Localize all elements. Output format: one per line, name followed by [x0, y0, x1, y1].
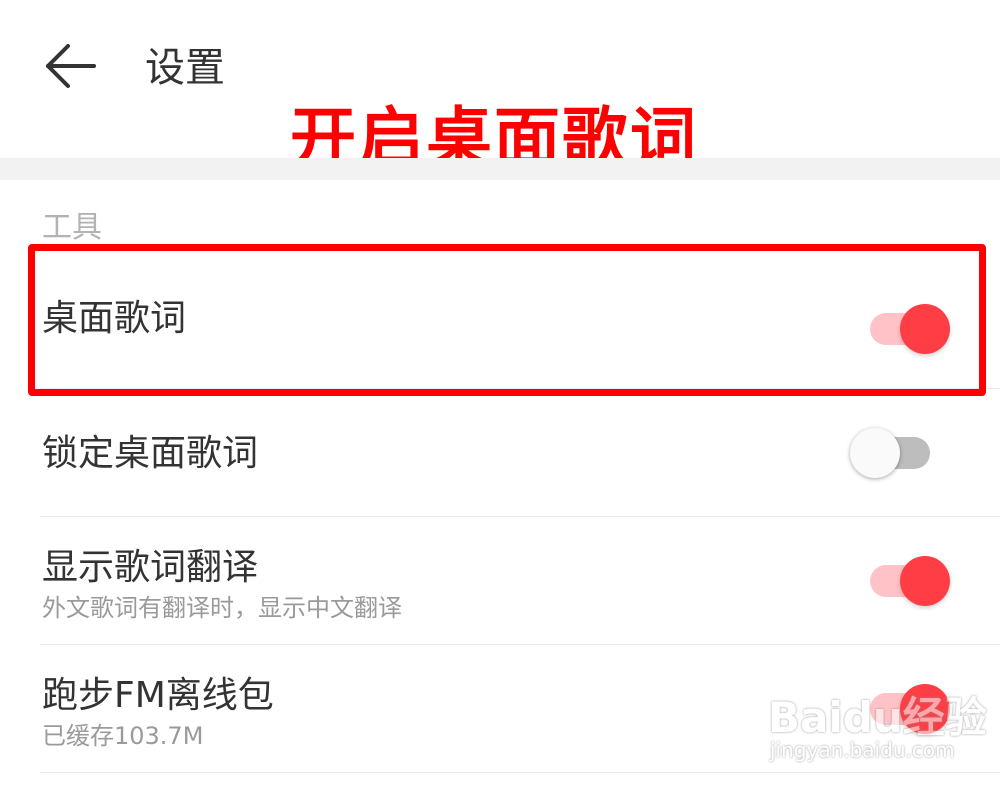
settings-screen: 设置 开启桌面歌词 工具 桌面歌词 锁定桌面歌词 显示歌词翻译 外文歌词有翻译时…: [0, 0, 1000, 785]
section-divider: [0, 158, 1000, 180]
setting-title: 跑步FM离线包: [42, 675, 274, 716]
setting-row-desktop-lyrics[interactable]: 桌面歌词: [0, 250, 1000, 388]
running-fm-offline-toggle[interactable]: [870, 683, 956, 735]
toggle-thumb: [850, 428, 900, 478]
setting-subtitle: 已缓存103.7M: [42, 722, 204, 750]
toggle-thumb: [900, 684, 950, 734]
page-title: 设置: [145, 45, 225, 91]
back-button[interactable]: [38, 40, 102, 96]
arrow-left-icon: [42, 42, 98, 94]
setting-subtitle: 外文歌词有翻译时，显示中文翻译: [42, 594, 402, 622]
setting-row-show-translation[interactable]: 显示歌词翻译 外文歌词有翻译时，显示中文翻译: [0, 517, 1000, 644]
setting-title: 锁定桌面歌词: [42, 433, 259, 474]
setting-title: 显示歌词翻译: [42, 547, 259, 588]
section-label-tools: 工具: [42, 210, 102, 245]
setting-title: 桌面歌词: [42, 298, 187, 339]
row-separator: [40, 772, 1000, 773]
toggle-thumb: [900, 304, 950, 354]
setting-row-running-fm-offline[interactable]: 跑步FM离线包 已缓存103.7M: [0, 645, 1000, 772]
setting-row-lock-desktop-lyrics[interactable]: 锁定桌面歌词: [0, 389, 1000, 516]
toggle-thumb: [900, 556, 950, 606]
lock-desktop-lyrics-toggle[interactable]: [848, 427, 934, 479]
desktop-lyrics-toggle[interactable]: [870, 303, 956, 355]
show-translation-toggle[interactable]: [870, 555, 956, 607]
